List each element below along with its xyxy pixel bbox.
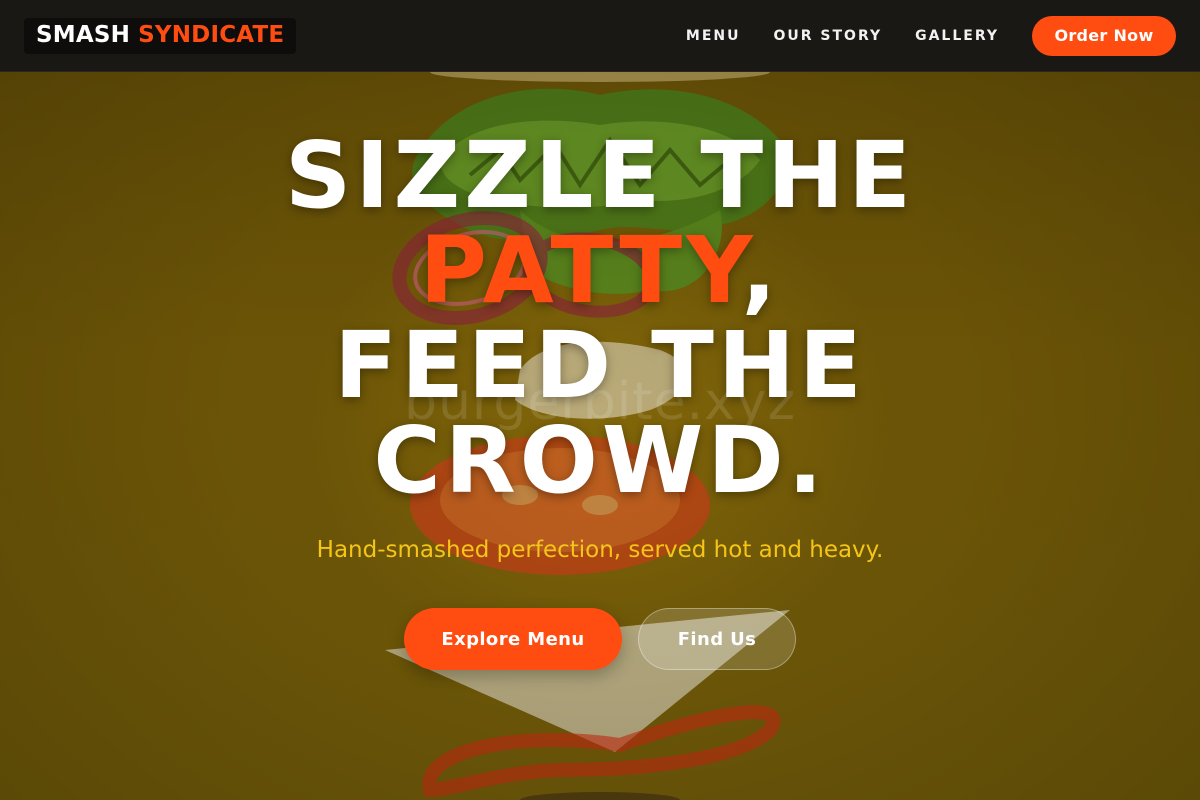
headline-line-1: SIZZLE THE (284, 122, 915, 229)
headline-comma: , (741, 217, 781, 324)
nav-link-menu[interactable]: MENU (686, 28, 741, 44)
order-now-button[interactable]: Order Now (1032, 15, 1176, 56)
find-us-button[interactable]: Find Us (638, 608, 796, 670)
main-nav: MENU OUR STORY GALLERY Order Now (686, 15, 1176, 56)
explore-menu-button[interactable]: Explore Menu (404, 608, 622, 670)
headline-line-2: PATTY, (0, 223, 1200, 318)
headline-line-4: CROWD. (373, 407, 827, 514)
brand-name-part1: SMASH (36, 21, 131, 48)
hero-subtitle: Hand-smashed perfection, served hot and … (316, 537, 884, 563)
top-navbar: SMASH SYNDICATE MENU OUR STORY GALLERY O… (0, 0, 1200, 72)
brand-logo[interactable]: SMASH SYNDICATE (24, 17, 297, 54)
brand-name-part2: SYNDICATE (138, 21, 285, 48)
hero-headline: SIZZLE THE PATTY, FEED THE CROWD. (0, 128, 1200, 508)
nav-link-our-story[interactable]: OUR STORY (773, 28, 882, 44)
hero-cta-group: Explore Menu Find Us (0, 608, 1200, 670)
nav-link-gallery[interactable]: GALLERY (915, 28, 999, 44)
headline-line-3: FEED THE (334, 312, 866, 419)
headline-accent-word: PATTY (419, 217, 742, 324)
